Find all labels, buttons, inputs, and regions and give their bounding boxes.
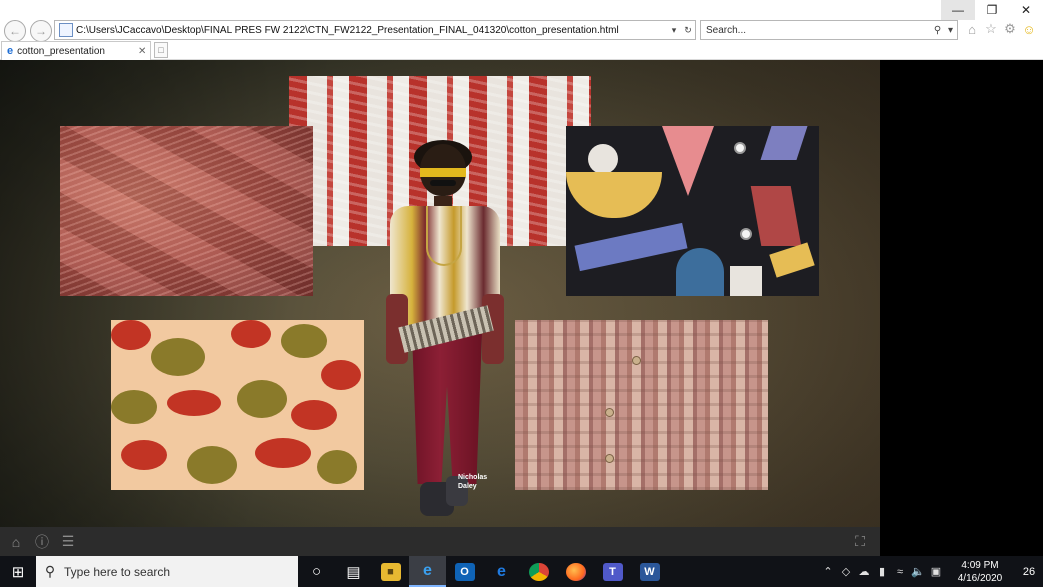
runway-model-image [386,140,504,520]
teams-icon[interactable]: T [594,556,631,587]
forward-icon[interactable]: → [30,20,52,42]
internet-explorer-icon[interactable]: e [409,556,446,587]
windows-taskbar: ⊞ ⚲ ○ ▤ ■ e O e T W ⌃ ◇ ☁ ▮ ≈ 🔈 ▣ 4:09 P… [0,556,1043,587]
address-bar[interactable]: C:\Users\JCaccavo\Desktop\FINAL PRES FW … [54,20,696,40]
new-tab-icon[interactable]: □ [154,42,168,58]
presentation-control-bar: ⌂ ⓘ ☰ ⛶ [0,527,880,556]
taskbar-search-input[interactable] [64,564,284,579]
clock[interactable]: 4:09 PM 4/16/2020 [945,559,1015,585]
word-icon[interactable]: W [631,556,668,587]
windows-start-icon[interactable]: ⊞ [0,556,36,587]
close-window-button[interactable]: ✕ [1009,0,1043,20]
leopard-print-fabric-image [111,320,364,490]
caption-first-name: Nicholas [458,474,488,481]
info-icon[interactable]: ⓘ [32,532,52,552]
home-icon[interactable]: ⌂ [6,532,26,552]
onedrive-icon[interactable]: ☁ [855,565,873,578]
notification-count: 26 [1022,565,1036,578]
browser-tab[interactable]: e cotton_presentation ✕ [1,41,151,60]
wifi-icon[interactable]: ≈ [891,566,909,578]
favorites-icon[interactable]: ☆ [983,20,999,38]
tab-title: cotton_presentation [17,45,105,57]
address-url[interactable]: C:\Users\JCaccavo\Desktop\FINAL PRES FW … [76,25,667,36]
chevron-up-icon[interactable]: ⌃ [819,565,837,578]
minimize-button[interactable]: — [941,0,975,20]
blank-area [880,60,1043,556]
browser-search-input[interactable] [701,24,931,36]
close-icon[interactable]: ✕ [138,46,150,57]
page-icon [59,23,73,37]
file-explorer-icon[interactable]: ■ [372,556,409,587]
window-controls: — ❐ ✕ [941,0,1043,20]
settings-icon[interactable]: ⚙ [1002,20,1018,38]
smiley-icon[interactable]: ☺ [1021,20,1037,38]
browser-toolbar: — ❐ ✕ ← → C:\Users\JCaccavo\Desktop\FINA… [0,0,1043,60]
browser-tool-icons: ⌂ ☆ ⚙ ☺ [964,20,1037,38]
internet-explorer-icon: e [7,45,14,57]
clock-date: 4/16/2020 [957,572,1003,584]
abstract-print-fabric-image [566,126,819,296]
designer-caption: Nicholas Daley [458,473,487,491]
menu-icon[interactable]: ☰ [58,532,78,552]
patterned-shirt-fabric-image [515,320,768,490]
notification-center-button[interactable]: 26 [1015,556,1043,587]
presentation-slide: Nicholas Daley [0,60,880,527]
search-dropdown-icon[interactable]: ▾ [944,25,957,36]
caption-last-name: Daley [458,483,477,490]
display-icon[interactable]: ▣ [927,565,945,578]
refresh-icon[interactable]: ↻ [681,25,695,36]
system-tray: ⌃ ◇ ☁ ▮ ≈ 🔈 ▣ 4:09 PM 4/16/2020 26 [819,556,1043,587]
back-icon[interactable]: ← [4,20,26,42]
network-icon[interactable]: ◇ [837,565,855,578]
home-icon[interactable]: ⌂ [964,20,980,38]
pink-knit-fabric-image [60,126,313,296]
clock-time: 4:09 PM [961,559,999,571]
firefox-icon[interactable] [557,556,594,587]
dropdown-icon[interactable]: ▾ [667,25,681,36]
search-icon[interactable]: ⚲ [931,25,944,36]
outlook-icon[interactable]: O [446,556,483,587]
search-icon: ⚲ [44,563,56,579]
edge-icon[interactable]: e [483,556,520,587]
restore-button[interactable]: ❐ [975,0,1009,20]
chrome-icon[interactable] [520,556,557,587]
browser-search-box[interactable]: ⚲ ▾ [700,20,958,40]
taskbar-search[interactable]: ⚲ [36,556,298,587]
fullscreen-icon[interactable]: ⛶ [850,531,870,551]
battery-icon[interactable]: ▮ [873,565,891,578]
volume-icon[interactable]: 🔈 [909,565,927,578]
task-view-icon[interactable]: ▤ [335,556,372,587]
cortana-icon[interactable]: ○ [298,556,335,587]
